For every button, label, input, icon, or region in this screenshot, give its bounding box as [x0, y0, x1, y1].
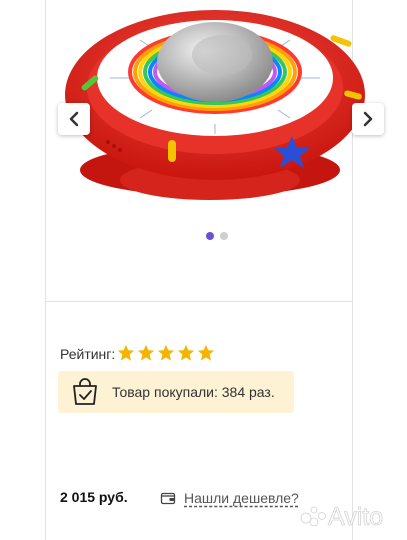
pagination-dot-active[interactable]: [206, 232, 214, 240]
star-icon: [137, 344, 155, 361]
avito-watermark: Avito: [300, 503, 384, 530]
star-icon: [197, 344, 215, 361]
pagination-dot[interactable]: [220, 232, 228, 240]
avito-watermark-text: Avito: [328, 503, 383, 530]
star-icon: [177, 344, 195, 361]
chevron-left-icon: [69, 111, 79, 127]
price: 2 015 руб.: [60, 489, 128, 505]
purchase-count-banner: Товар покупали: 384 раз.: [58, 371, 294, 413]
card-border-left: [45, 302, 46, 540]
avito-logo-icon: [300, 506, 326, 527]
rating-stars: [117, 344, 215, 362]
rating-label: Рейтинг:: [60, 346, 116, 362]
found-cheaper-text: Нашли дешевле?: [184, 490, 299, 506]
wallet-icon: [160, 492, 176, 505]
gallery-next-button[interactable]: [352, 103, 384, 135]
shopping-bag-check-icon: [73, 378, 97, 405]
found-cheaper-link[interactable]: Нашли дешевле?: [160, 490, 299, 506]
gallery-prev-button[interactable]: [58, 103, 90, 135]
gallery-pagination: [206, 232, 228, 240]
chevron-right-icon: [363, 111, 373, 127]
star-icon: [157, 344, 175, 361]
purchase-count-text: Товар покупали: 384 раз.: [112, 384, 275, 400]
star-icon: [117, 344, 135, 361]
